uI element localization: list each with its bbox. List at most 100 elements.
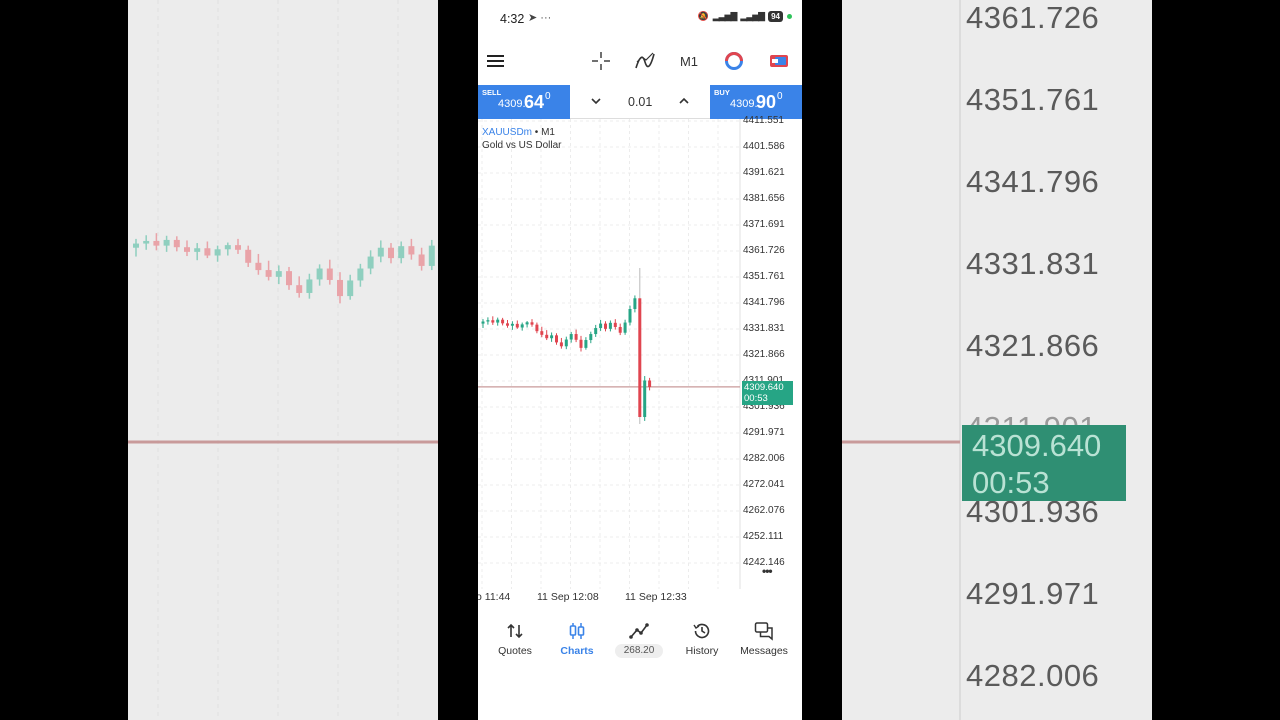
status-time: 4:32: [500, 12, 525, 26]
background-candle-body: [388, 247, 394, 259]
nav-quotes[interactable]: Quotes: [483, 615, 547, 665]
background-current-price: 4309.640: [972, 428, 1102, 463]
background-candle-body: [326, 268, 333, 280]
new-order-button[interactable]: [767, 48, 791, 74]
candle-body: [623, 322, 627, 333]
background-candle-body: [306, 279, 313, 293]
candle-body: [628, 308, 632, 323]
lot-increase-button[interactable]: [676, 93, 692, 114]
price-axis-label: 4351.761: [743, 271, 785, 282]
candle-body: [599, 323, 603, 329]
candlestick-icon: [569, 623, 585, 639]
more-options-button[interactable]: •••: [762, 564, 773, 578]
hamburger-icon: [487, 55, 504, 67]
current-price: 4309.640: [744, 382, 784, 393]
candle-body: [648, 380, 652, 388]
background-candle-body: [173, 239, 180, 248]
background-price-label: 4291.971: [966, 576, 1100, 611]
signal-icon-2: ▂▃▅▇: [740, 11, 765, 21]
buy-price-point: 0: [777, 91, 783, 102]
lot-size-value[interactable]: 0.01: [628, 95, 652, 109]
sell-price-main: 64: [524, 92, 545, 112]
nav-messages[interactable]: Messages: [732, 615, 796, 665]
timeframe-button[interactable]: M1: [677, 48, 701, 74]
candle-body: [589, 334, 593, 341]
background-candle-body: [398, 246, 405, 259]
crosshair-icon: [592, 52, 610, 70]
background-candle-body: [296, 285, 303, 293]
price-axis-label: 4391.621: [743, 167, 785, 178]
chart-symbol-title: XAUUSDm • M1: [482, 127, 555, 138]
trade-panel: SELL 4309. 64 0 0.01 BUY 4309. 90 0: [478, 85, 802, 119]
candle-body: [555, 335, 558, 343]
bottom-navigation: Quotes Charts 268.20 History Messages: [478, 615, 802, 665]
indicators-icon: [635, 52, 655, 69]
background-candle-body: [204, 248, 211, 256]
nav-charts[interactable]: Charts: [545, 615, 609, 665]
sell-label: SELL: [482, 88, 502, 97]
status-left-icons: ➤ ···: [528, 11, 551, 24]
nav-messages-label: Messages: [740, 645, 788, 657]
candle-body: [584, 340, 588, 348]
background-candle-body: [367, 256, 374, 269]
candle-body: [579, 339, 583, 348]
privacy-indicator-icon: [787, 14, 792, 19]
indicators-button[interactable]: [633, 48, 657, 74]
time-label: o 11:44: [478, 591, 511, 603]
one-click-trading-button[interactable]: [722, 48, 746, 74]
buy-button[interactable]: BUY 4309. 90 0: [710, 85, 802, 119]
price-axis-label: 4381.656: [743, 193, 785, 204]
background-candle-body: [143, 240, 150, 244]
candle-body: [486, 320, 490, 322]
candle-body: [481, 321, 485, 324]
background-candle-body: [377, 247, 384, 257]
account-balance: 268.20: [615, 644, 663, 658]
background-candle-body: [245, 249, 252, 263]
candle-body: [535, 324, 539, 332]
status-bar: 4:32 ➤ ··· 🔕 ▂▃▅▇ ▂▃▅▇ 94: [478, 0, 802, 36]
sell-price-prefix: 4309.: [498, 98, 526, 110]
price-axis-label: 4401.586: [743, 141, 785, 152]
candle-body: [491, 320, 495, 323]
video-frame: 4361.726 4351.761 4341.796 4331.831 4321…: [0, 0, 1280, 720]
background-candle-body: [275, 271, 282, 277]
background-candle-body: [133, 243, 139, 248]
phone-screen: 4:32 ➤ ··· 🔕 ▂▃▅▇ ▂▃▅▇ 94 M1 SELL 4309. …: [478, 0, 802, 720]
bar-countdown: 00:53: [744, 393, 768, 404]
background-candle-body: [418, 254, 425, 266]
background-candle-body: [153, 240, 160, 246]
candle-body: [604, 323, 607, 329]
candle-body: [569, 334, 573, 340]
background-price-label: 4351.761: [966, 82, 1100, 117]
lot-decrease-button[interactable]: [588, 93, 604, 114]
candle-body: [520, 324, 524, 328]
background-countdown: 00:53: [972, 465, 1050, 500]
nav-trade[interactable]: 268.20: [607, 615, 671, 665]
crosshair-button[interactable]: [589, 48, 613, 74]
background-price-label: 4361.726: [966, 0, 1100, 35]
candle-body: [638, 298, 642, 418]
price-axis-label: 4341.796: [743, 297, 785, 308]
chart-toolbar: M1: [478, 40, 802, 82]
background-candle-body: [408, 246, 415, 255]
sell-button[interactable]: SELL 4309. 64 0: [478, 85, 570, 119]
background-candle-body: [224, 245, 231, 250]
background-candle-body: [265, 270, 272, 277]
chart-timeframe: • M1: [532, 127, 555, 138]
background-candle-body: [194, 248, 201, 252]
menu-button[interactable]: [484, 48, 508, 74]
sell-price-point: 0: [545, 91, 551, 102]
background-price-label: 4341.796: [966, 164, 1100, 199]
price-axis-label: 4371.691: [743, 219, 785, 230]
nav-history[interactable]: History: [670, 615, 734, 665]
background-candle-body: [255, 262, 262, 271]
signal-icon: ▂▃▅▇: [712, 11, 738, 21]
price-chart[interactable]: XAUUSDm • M1 Gold vs US Dollar 4411.551 4…: [478, 115, 802, 589]
trade-line-icon: [629, 623, 649, 639]
background-left-blur: [128, 0, 438, 720]
background-candle-body: [347, 280, 354, 297]
background-price-label: 4331.831: [966, 246, 1100, 281]
candle-body: [530, 322, 534, 325]
price-axis-label: 4331.831: [743, 323, 785, 334]
buy-price-main: 90: [756, 92, 777, 112]
